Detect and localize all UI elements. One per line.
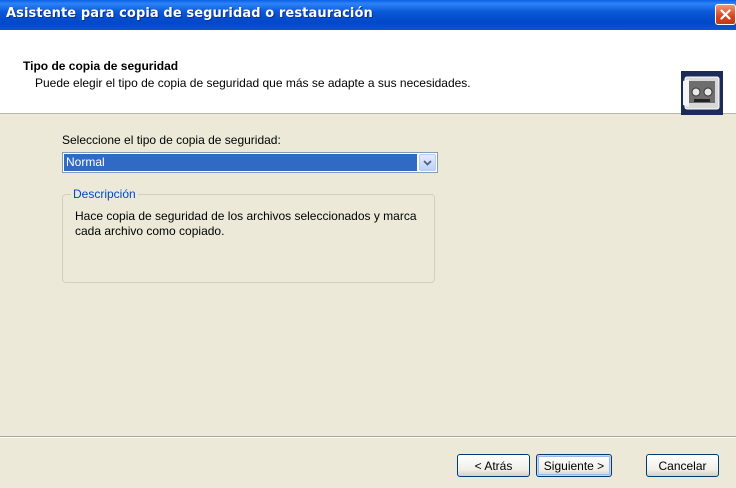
description-text: Hace copia de seguridad de los archivos … (75, 209, 417, 238)
backup-tape-icon (681, 71, 723, 115)
backup-type-selected-value: Normal (64, 154, 417, 171)
window-title: Asistente para copia de seguridad o rest… (6, 6, 373, 21)
next-button[interactable]: Siguiente > (536, 454, 612, 477)
backup-wizard-window: Asistente para copia de seguridad o rest… (0, 0, 736, 488)
footer-divider (0, 436, 736, 438)
description-group: Descripción Hace copia de seguridad de l… (62, 187, 435, 283)
close-button[interactable] (715, 4, 736, 25)
backup-type-select[interactable]: Normal (62, 152, 438, 173)
dropdown-arrow-button[interactable] (419, 154, 436, 171)
wizard-header: Tipo de copia de seguridad Puede elegir … (0, 30, 736, 115)
back-button[interactable]: < Atrás (457, 454, 530, 477)
page-title: Tipo de copia de seguridad (23, 59, 179, 73)
close-icon (720, 9, 731, 20)
description-legend: Descripción (71, 187, 138, 201)
chevron-down-icon (423, 159, 432, 166)
title-bar[interactable]: Asistente para copia de seguridad o rest… (0, 0, 736, 30)
cancel-button[interactable]: Cancelar (646, 454, 719, 477)
page-subtitle: Puede elegir el tipo de copia de segurid… (35, 76, 471, 90)
backup-type-label: Seleccione el tipo de copia de seguridad… (62, 133, 281, 147)
